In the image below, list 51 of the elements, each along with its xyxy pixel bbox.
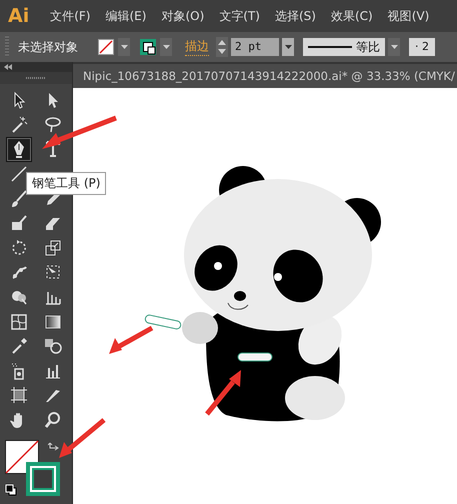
caret-icon <box>390 45 398 49</box>
blob-brush-icon <box>10 214 28 232</box>
collapse-icon[interactable] <box>4 64 12 70</box>
lasso-icon <box>44 116 62 134</box>
tooltip: 钢笔工具 (P) <box>26 172 106 195</box>
default-colors-icon[interactable] <box>5 484 17 496</box>
gradient-icon <box>44 312 62 331</box>
blend-icon <box>44 337 62 356</box>
caret-icon <box>284 45 292 49</box>
stroke-color-swatch[interactable] <box>26 462 60 496</box>
dropdown-button[interactable] <box>118 38 130 56</box>
shape-builder-icon <box>10 288 28 306</box>
grip-icon <box>5 36 9 58</box>
annotation-arrow <box>59 418 106 458</box>
scale-icon <box>44 238 62 257</box>
dropdown-button[interactable] <box>282 38 294 56</box>
menu-item[interactable]: 对象(O) <box>161 8 204 24</box>
rotate-icon <box>10 238 28 257</box>
stroke-weight-field[interactable]: 2 pt <box>231 38 279 56</box>
annotation-arrow <box>205 370 241 416</box>
dropdown-button[interactable] <box>160 38 172 56</box>
artboard-icon <box>10 386 28 404</box>
dropdown-button[interactable] <box>388 38 400 56</box>
eyedropper-icon <box>10 337 28 356</box>
free-transform-icon <box>44 263 62 282</box>
menu-item[interactable]: 选择(S) <box>274 8 316 24</box>
caret-icon <box>162 45 170 49</box>
menu-item[interactable]: 编辑(E) <box>105 8 146 24</box>
menu-item[interactable]: 文字(T) <box>219 8 260 24</box>
mesh-icon <box>10 312 28 331</box>
spinner-button[interactable] <box>216 37 228 57</box>
menu-item[interactable]: 文件(F) <box>50 8 90 24</box>
menu-item[interactable]: 效果(C) <box>330 8 373 24</box>
stroke-profile-field[interactable]: 等比 <box>303 38 385 56</box>
stroke-swatch-button[interactable] <box>139 38 157 56</box>
fill-swatch-button[interactable] <box>97 38 115 56</box>
app-logo: Ai <box>8 5 30 27</box>
opacity-field[interactable]: · 2 <box>409 38 435 56</box>
stroke-link[interactable]: 描边 <box>185 38 209 56</box>
paintbrush-icon <box>10 190 28 208</box>
annotation-arrow <box>109 326 154 354</box>
tool-button[interactable] <box>6 137 32 162</box>
magic-wand-icon <box>10 116 28 134</box>
caret-icon <box>120 45 128 49</box>
type-icon <box>44 140 62 158</box>
document-tab[interactable]: Nipic_10673188_20170707143914222000.ai* @ 33.33% (CMYK/ <box>73 64 457 88</box>
selection-status: 未选择对象 <box>18 38 78 56</box>
line-icon <box>10 165 28 184</box>
search-icon <box>44 411 62 430</box>
grip-icon <box>26 76 46 80</box>
menu-item[interactable]: 视图(V) <box>388 8 430 24</box>
